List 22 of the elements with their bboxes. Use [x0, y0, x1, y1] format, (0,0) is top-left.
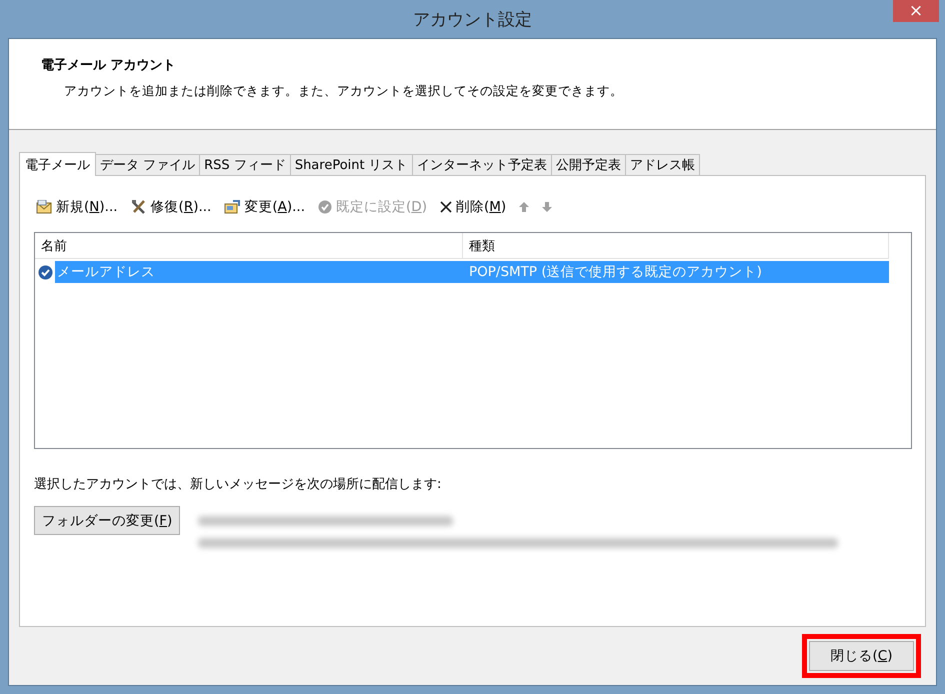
close-dialog-button[interactable]: 閉じる(C)	[809, 640, 914, 670]
toolbar-button[interactable]: 修復(R)...	[128, 198, 214, 216]
toolbar-button[interactable]: 削除(M)	[438, 198, 508, 216]
toolbar-button[interactable]: 新規(N)...	[34, 198, 120, 216]
card-icon	[224, 200, 240, 214]
tools-icon	[130, 200, 147, 214]
close-button[interactable]: ×	[893, 0, 939, 22]
description-text: アカウントを追加または削除できます。また、アカウントを選択してその設定を変更できます。	[64, 83, 624, 100]
delivery-label: 選択したアカウントでは、新しいメッセージを次の場所に配信します:	[34, 476, 442, 493]
column-header[interactable]: 種類	[463, 233, 889, 259]
tab[interactable]: アドレス帳	[624, 154, 700, 175]
window-title: アカウント設定	[413, 8, 532, 30]
change-folder-button[interactable]: フォルダーの変更(F)	[34, 506, 180, 535]
section-title: 電子メール アカウント	[41, 57, 177, 74]
column-header[interactable]: 名前	[35, 233, 463, 259]
up-arrow-icon	[519, 202, 530, 212]
toolbar-button[interactable]: 変更(A)...	[222, 198, 308, 216]
delete-icon	[440, 201, 452, 213]
envelope-icon	[36, 200, 52, 214]
down-arrow-icon	[542, 202, 552, 212]
tab[interactable]: 電子メール	[19, 152, 96, 176]
check-circle-icon	[318, 200, 332, 214]
